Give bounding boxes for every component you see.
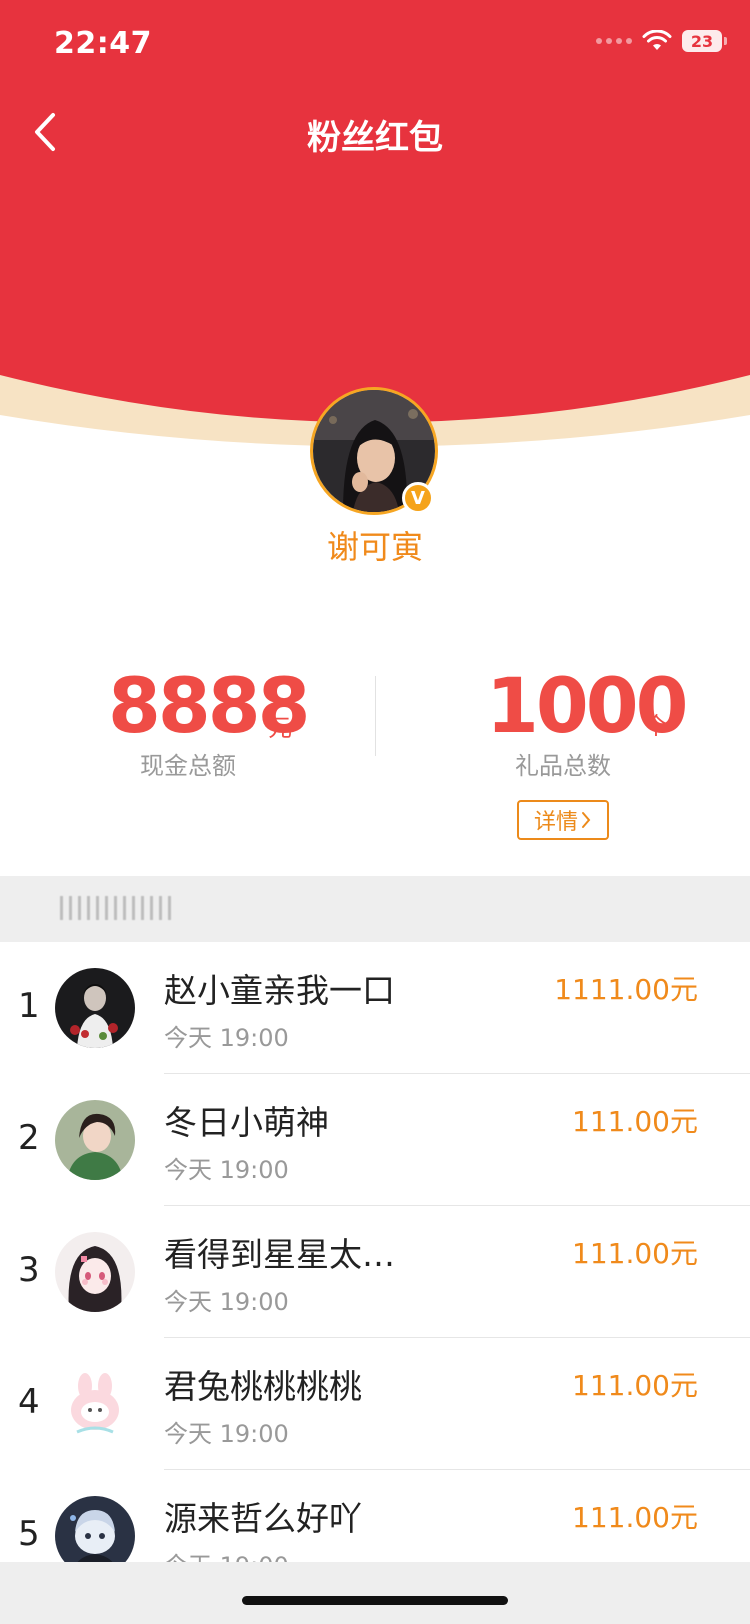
home-indicator[interactable]: [242, 1596, 508, 1605]
amount: 111.00元: [572, 1105, 698, 1138]
chevron-right-icon: [582, 812, 591, 828]
gift-total-label: 礼品总数: [515, 752, 611, 780]
avatar-image: [55, 968, 135, 1048]
rank-number: 1: [18, 986, 40, 1026]
cash-total-unit: 元: [268, 714, 292, 742]
rank-number: 2: [18, 1118, 40, 1158]
cash-total-label: 现金总额: [140, 752, 236, 780]
home-indicator-area: [0, 1562, 750, 1624]
avatar: [55, 1232, 135, 1312]
avatar: [55, 1100, 135, 1180]
stats-divider: [375, 676, 376, 756]
details-button-label: 详情: [533, 810, 578, 835]
list-item[interactable]: 1 赵小童亲我一口 今天 19:00 1111.00元: [0, 942, 750, 1074]
timestamp: 今天 19:00: [164, 1420, 289, 1448]
gift-total-unit: 个: [644, 712, 668, 740]
ranking-list: 1 赵小童亲我一口 今天 19:00 1111.00元 2 冬日小萌神 今天 1…: [0, 942, 750, 1602]
verified-badge-icon: V: [402, 482, 434, 514]
rank-number: 5: [18, 1514, 40, 1554]
user-name: 赵小童亲我一口: [164, 971, 395, 1010]
status-time: 22:47: [54, 26, 152, 61]
avatar-image: [55, 1364, 135, 1444]
amount: 111.00元: [572, 1369, 698, 1402]
user-name: 源来哲么好吖: [164, 1499, 362, 1538]
signal-icon: [596, 38, 632, 44]
amount: 111.00元: [572, 1501, 698, 1534]
wifi-icon: [642, 30, 672, 50]
section-header: [0, 876, 750, 942]
user-name: 冬日小萌神: [164, 1103, 329, 1142]
battery-icon: 23: [682, 30, 727, 52]
avatar: [55, 1364, 135, 1444]
avatar: [55, 968, 135, 1048]
list-item[interactable]: 3 看得到星星太… 今天 19:00 111.00元: [0, 1206, 750, 1338]
avatar-image: [55, 1232, 135, 1312]
section-header-blurred-label: [60, 896, 172, 920]
user-name: 看得到星星太…: [164, 1235, 395, 1274]
list-item[interactable]: 4 君兔桃桃桃桃 今天 19:00 111.00元: [0, 1338, 750, 1470]
timestamp: 今天 19:00: [164, 1024, 289, 1052]
page-title: 粉丝红包: [307, 118, 443, 158]
rank-number: 4: [18, 1382, 40, 1422]
list-item[interactable]: 2 冬日小萌神 今天 19:00 111.00元: [0, 1074, 750, 1206]
rank-number: 3: [18, 1250, 40, 1290]
details-button[interactable]: 详情: [517, 800, 609, 840]
amount: 111.00元: [572, 1237, 698, 1270]
timestamp: 今天 19:00: [164, 1288, 289, 1316]
amount: 1111.00元: [554, 973, 698, 1006]
user-name: 君兔桃桃桃桃: [164, 1367, 362, 1406]
timestamp: 今天 19:00: [164, 1156, 289, 1184]
status-icons: 23: [596, 30, 727, 52]
profile-name: 谢可寅: [326, 528, 423, 566]
avatar-image: [55, 1100, 135, 1180]
